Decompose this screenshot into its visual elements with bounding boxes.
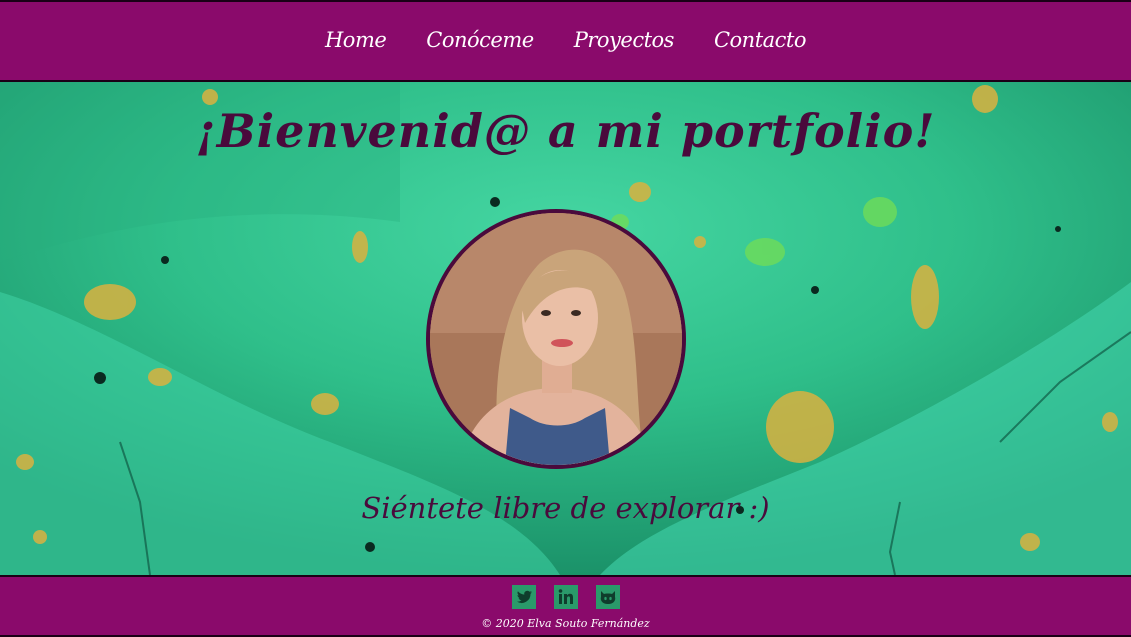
hero-section: ¡Bienvenid@ a mi portfolio! Siéntete lib…: [0, 82, 1131, 575]
copyright-text: © 2020 Elva Souto Fernández: [481, 617, 650, 630]
social-links: [0, 585, 1131, 609]
github-icon[interactable]: [595, 585, 620, 609]
nav-link-conoceme[interactable]: Conóceme: [426, 28, 534, 52]
nav-link-proyectos[interactable]: Proyectos: [574, 28, 675, 52]
profile-photo: [426, 209, 686, 469]
hero-subtitle: Siéntete libre de explorar :): [361, 491, 770, 525]
footer: © 2020 Elva Souto Fernández: [0, 575, 1131, 637]
linkedin-icon[interactable]: [553, 585, 578, 609]
main-nav: Home Conóceme Proyectos Contacto: [0, 28, 1131, 52]
page: Home Conóceme Proyectos Contacto ¡Bienve…: [0, 0, 1131, 637]
nav-link-home[interactable]: Home: [325, 28, 387, 52]
twitter-icon[interactable]: [511, 585, 536, 609]
profile-portrait-image: [430, 213, 682, 465]
top-navbar: Home Conóceme Proyectos Contacto: [0, 0, 1131, 82]
nav-link-contacto[interactable]: Contacto: [714, 28, 807, 52]
hero-title: ¡Bienvenid@ a mi portfolio!: [195, 104, 936, 158]
